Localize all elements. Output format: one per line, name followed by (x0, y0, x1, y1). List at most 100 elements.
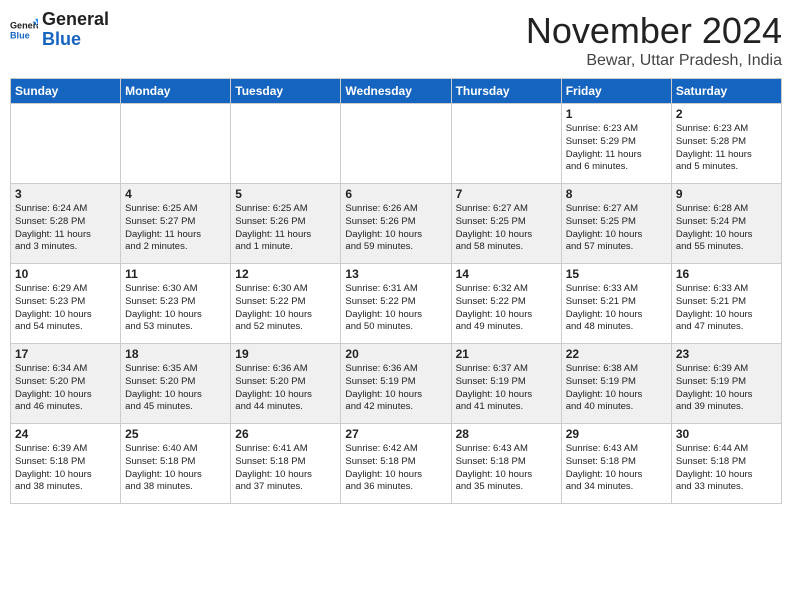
location-subtitle: Bewar, Uttar Pradesh, India (526, 52, 782, 70)
day-number: 28 (456, 427, 557, 441)
day-info: Sunrise: 6:25 AMSunset: 5:26 PMDaylight:… (235, 203, 336, 254)
day-info: Sunrise: 6:30 AMSunset: 5:22 PMDaylight:… (235, 283, 336, 334)
svg-text:Blue: Blue (10, 30, 30, 40)
title-section: November 2024 Bewar, Uttar Pradesh, Indi… (526, 10, 782, 70)
day-number: 17 (15, 347, 116, 361)
day-info: Sunrise: 6:27 AMSunset: 5:25 PMDaylight:… (456, 203, 557, 254)
month-title: November 2024 (526, 10, 782, 52)
calendar-day-5: 5 Sunrise: 6:25 AMSunset: 5:26 PMDaylight… (231, 184, 341, 264)
calendar-day-24: 24Sunrise: 6:39 AMSunset: 5:18 PMDayligh… (11, 424, 121, 504)
weekday-header-sunday: Sunday (11, 79, 121, 104)
day-info: Sunrise: 6:23 AMSunset: 5:29 PMDaylight:… (566, 123, 667, 174)
day-number: 21 (456, 347, 557, 361)
calendar-day-28: 28 Sunrise: 6:43 AMSunset: 5:18 PMDayligh… (451, 424, 561, 504)
day-info: Sunrise: 6:31 AMSunset: 5:22 PMDaylight:… (345, 283, 446, 334)
day-number: 22 (566, 347, 667, 361)
calendar-day-25: 25 Sunrise: 6:40 AMSunset: 5:18 PMDayligh… (121, 424, 231, 504)
day-info: Sunrise: 6:37 AMSunset: 5:19 PMDaylight:… (456, 363, 557, 414)
calendar-week-row: 10 Sunrise: 6:29 AMSunset: 5:23 PMDayligh… (11, 264, 782, 344)
day-info: Sunrise: 6:26 AMSunset: 5:26 PMDaylight:… (345, 203, 446, 254)
calendar-empty-cell (11, 104, 121, 184)
calendar-empty-cell (341, 104, 451, 184)
calendar-day-10: 10 Sunrise: 6:29 AMSunset: 5:23 PMDayligh… (11, 264, 121, 344)
logo: General Blue General Blue (10, 10, 109, 50)
calendar-day-17: 17 Sunrise: 6:34 AMSunset: 5:20 PMDayligh… (11, 344, 121, 424)
day-info: Sunrise: 6:28 AMSunset: 5:24 PMDaylight:… (676, 203, 777, 254)
page-header: General Blue General Blue November 2024 … (10, 10, 782, 70)
weekday-header-saturday: Saturday (671, 79, 781, 104)
calendar-day-11: 11Sunrise: 6:30 AMSunset: 5:23 PMDayligh… (121, 264, 231, 344)
day-number: 18 (125, 347, 226, 361)
calendar-day-20: 20 Sunrise: 6:36 AMSunset: 5:19 PMDayligh… (341, 344, 451, 424)
day-info: Sunrise: 6:24 AMSunset: 5:28 PMDaylight:… (15, 203, 116, 254)
day-number: 23 (676, 347, 777, 361)
calendar-day-1: 1 Sunrise: 6:23 AMSunset: 5:29 PMDaylight… (561, 104, 671, 184)
day-info: Sunrise: 6:38 AMSunset: 5:19 PMDaylight:… (566, 363, 667, 414)
day-info: Sunrise: 6:23 AMSunset: 5:28 PMDaylight:… (676, 123, 777, 174)
day-number: 27 (345, 427, 446, 441)
calendar-week-row: 3 Sunrise: 6:24 AMSunset: 5:28 PMDaylight… (11, 184, 782, 264)
day-number: 1 (566, 107, 667, 121)
weekday-header-thursday: Thursday (451, 79, 561, 104)
calendar-day-14: 14 Sunrise: 6:32 AMSunset: 5:22 PMDayligh… (451, 264, 561, 344)
day-info: Sunrise: 6:43 AMSunset: 5:18 PMDaylight:… (456, 443, 557, 494)
day-info: Sunrise: 6:41 AMSunset: 5:18 PMDaylight:… (235, 443, 336, 494)
calendar-day-19: 19 Sunrise: 6:36 AMSunset: 5:20 PMDayligh… (231, 344, 341, 424)
calendar-day-30: 30Sunrise: 6:44 AMSunset: 5:18 PMDayligh… (671, 424, 781, 504)
calendar-week-row: 24Sunrise: 6:39 AMSunset: 5:18 PMDayligh… (11, 424, 782, 504)
day-number: 9 (676, 187, 777, 201)
calendar-day-15: 15 Sunrise: 6:33 AMSunset: 5:21 PMDayligh… (561, 264, 671, 344)
calendar-day-3: 3 Sunrise: 6:24 AMSunset: 5:28 PMDaylight… (11, 184, 121, 264)
day-number: 3 (15, 187, 116, 201)
calendar-week-row: 1 Sunrise: 6:23 AMSunset: 5:29 PMDaylight… (11, 104, 782, 184)
calendar-day-27: 27 Sunrise: 6:42 AMSunset: 5:18 PMDayligh… (341, 424, 451, 504)
day-info: Sunrise: 6:39 AMSunset: 5:19 PMDaylight:… (676, 363, 777, 414)
day-number: 25 (125, 427, 226, 441)
day-number: 6 (345, 187, 446, 201)
day-number: 19 (235, 347, 336, 361)
day-number: 8 (566, 187, 667, 201)
day-info: Sunrise: 6:33 AMSunset: 5:21 PMDaylight:… (676, 283, 777, 334)
day-info: Sunrise: 6:25 AMSunset: 5:27 PMDaylight:… (125, 203, 226, 254)
day-info: Sunrise: 6:32 AMSunset: 5:22 PMDaylight:… (456, 283, 557, 334)
day-number: 20 (345, 347, 446, 361)
calendar-empty-cell (121, 104, 231, 184)
day-number: 29 (566, 427, 667, 441)
day-info: Sunrise: 6:39 AMSunset: 5:18 PMDaylight:… (15, 443, 116, 494)
weekday-header-friday: Friday (561, 79, 671, 104)
weekday-header-tuesday: Tuesday (231, 79, 341, 104)
calendar-day-7: 7Sunrise: 6:27 AMSunset: 5:25 PMDaylight… (451, 184, 561, 264)
day-info: Sunrise: 6:36 AMSunset: 5:20 PMDaylight:… (235, 363, 336, 414)
day-info: Sunrise: 6:35 AMSunset: 5:20 PMDaylight:… (125, 363, 226, 414)
day-info: Sunrise: 6:34 AMSunset: 5:20 PMDaylight:… (15, 363, 116, 414)
day-info: Sunrise: 6:29 AMSunset: 5:23 PMDaylight:… (15, 283, 116, 334)
day-number: 10 (15, 267, 116, 281)
day-info: Sunrise: 6:33 AMSunset: 5:21 PMDaylight:… (566, 283, 667, 334)
logo-blue: Blue (42, 29, 81, 49)
day-number: 15 (566, 267, 667, 281)
calendar-empty-cell (231, 104, 341, 184)
calendar-empty-cell (451, 104, 561, 184)
calendar-day-8: 8 Sunrise: 6:27 AMSunset: 5:25 PMDaylight… (561, 184, 671, 264)
calendar-day-13: 13 Sunrise: 6:31 AMSunset: 5:22 PMDayligh… (341, 264, 451, 344)
weekday-header-row: SundayMondayTuesdayWednesdayThursdayFrid… (11, 79, 782, 104)
calendar-day-18: 18 Sunrise: 6:35 AMSunset: 5:20 PMDayligh… (121, 344, 231, 424)
day-info: Sunrise: 6:42 AMSunset: 5:18 PMDaylight:… (345, 443, 446, 494)
calendar-day-26: 26Sunrise: 6:41 AMSunset: 5:18 PMDayligh… (231, 424, 341, 504)
day-number: 12 (235, 267, 336, 281)
day-info: Sunrise: 6:36 AMSunset: 5:19 PMDaylight:… (345, 363, 446, 414)
day-number: 5 (235, 187, 336, 201)
calendar-day-22: 22 Sunrise: 6:38 AMSunset: 5:19 PMDayligh… (561, 344, 671, 424)
calendar-week-row: 17 Sunrise: 6:34 AMSunset: 5:20 PMDayligh… (11, 344, 782, 424)
day-number: 13 (345, 267, 446, 281)
calendar-day-23: 23 Sunrise: 6:39 AMSunset: 5:19 PMDayligh… (671, 344, 781, 424)
logo-general: General (42, 9, 109, 29)
day-number: 16 (676, 267, 777, 281)
day-number: 14 (456, 267, 557, 281)
calendar-day-21: 21 Sunrise: 6:37 AMSunset: 5:19 PMDayligh… (451, 344, 561, 424)
day-info: Sunrise: 6:40 AMSunset: 5:18 PMDaylight:… (125, 443, 226, 494)
calendar-day-12: 12 Sunrise: 6:30 AMSunset: 5:22 PMDayligh… (231, 264, 341, 344)
weekday-header-wednesday: Wednesday (341, 79, 451, 104)
day-info: Sunrise: 6:27 AMSunset: 5:25 PMDaylight:… (566, 203, 667, 254)
calendar-table: SundayMondayTuesdayWednesdayThursdayFrid… (10, 78, 782, 504)
